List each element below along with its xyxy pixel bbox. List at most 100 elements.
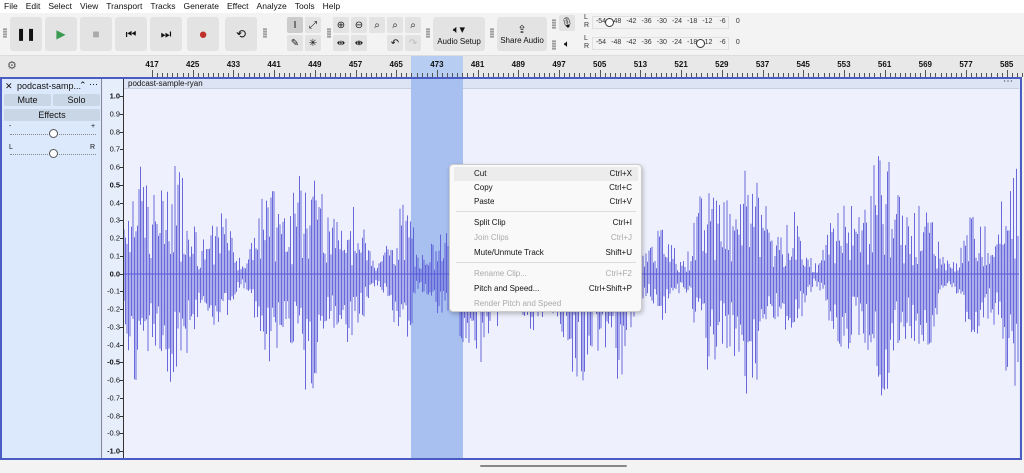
envelope-tool-button[interactable]: ⤢ [305, 17, 321, 33]
meter-tick: -30 [656, 18, 667, 25]
menu-generate[interactable]: Generate [180, 0, 223, 13]
menu-item-rename-clip[interactable]: Rename Clip... Ctrl+F2 [454, 267, 638, 281]
scale-label: 0.9 [109, 109, 120, 119]
meter-tick: 0 [735, 18, 740, 25]
scale-label: -0.1 [107, 286, 120, 296]
menu-item-join-clips[interactable]: Join Clips Ctrl+J [454, 231, 638, 245]
menu-separator [456, 262, 636, 263]
pencil-icon: ✎ [290, 37, 300, 49]
loop-button[interactable]: ⟲ [225, 17, 257, 51]
zoom-in-button[interactable]: ⊕ [333, 17, 349, 33]
scale-label: -0.8 [107, 411, 120, 420]
toolbar: ❚❚ ▶ ■ ⏮ ⏭ ● ⟲ I ⤢ ✎ ✳ ⊕ ⊖ ⌕ ⌕ ⌕ ⇹ ⇼ ↶ ↷… [0, 13, 1024, 56]
zoom-toggle-icon: ⌕ [410, 19, 416, 31]
play-button[interactable]: ▶ [45, 17, 77, 51]
ruler-label: 457 [348, 60, 363, 69]
stop-button[interactable]: ■ [80, 17, 112, 51]
selection-tool-button[interactable]: I [287, 17, 303, 33]
menu-bar: File Edit Select View Transport Tracks Generat… [0, 0, 1024, 13]
share-audio-button[interactable]: ⇪ Share Audio [497, 17, 547, 51]
menu-item-split-clip[interactable]: Split Clip Ctrl+I [454, 216, 638, 230]
menu-view[interactable]: View [76, 0, 102, 13]
ruler-label: 481 [470, 60, 485, 69]
skip-end-button[interactable]: ⏭ [150, 17, 182, 51]
trim-button[interactable]: ⇹ [333, 35, 349, 51]
zoom-selection-icon: ⌕ [374, 19, 380, 31]
skip-start-icon: ⏮ [125, 26, 137, 41]
track-name[interactable]: podcast-samp... [17, 81, 81, 91]
redo-button[interactable]: ↷ [405, 35, 421, 51]
record-meter-button[interactable]: 🎙︎ [559, 15, 575, 31]
skip-start-button[interactable]: ⏮ [115, 17, 147, 51]
zoom-out-button[interactable]: ⊖ [351, 17, 367, 33]
effects-button[interactable]: Effects [4, 109, 100, 121]
play-icon: ▶ [56, 27, 66, 41]
zoom-toggle-button[interactable]: ⌕ [405, 17, 421, 33]
draw-tool-button[interactable]: ✎ [287, 35, 303, 51]
menu-edit[interactable]: Edit [22, 0, 45, 13]
scale-label: 0.5 [109, 180, 120, 190]
ruler-label: 449 [308, 60, 322, 69]
ruler-label: 545 [796, 60, 810, 69]
menu-effect[interactable]: Effect [223, 0, 253, 13]
fit-selection-button[interactable]: ⌕ [369, 17, 385, 33]
ruler-label: 513 [633, 60, 648, 69]
menu-item-paste[interactable]: Paste Ctrl+V [454, 195, 638, 209]
gain-slider-handle[interactable] [48, 129, 58, 138]
redo-icon: ↷ [408, 37, 418, 49]
meter-level-handle[interactable] [604, 18, 614, 27]
ruler-label: 561 [877, 60, 892, 69]
ruler-label: 497 [552, 60, 566, 69]
timeline-ruler[interactable]: ⚙ 417 425 433 441 449 457 465 473 481 489 497 505 51… [0, 56, 1024, 77]
track-menu-icon[interactable]: ⋯ [89, 79, 98, 90]
mute-button[interactable]: Mute [4, 94, 51, 106]
scale-label: 0.6 [109, 162, 120, 172]
menu-item-cut[interactable]: Cut Ctrl+X [454, 167, 638, 181]
zoom-fit-icon: ⌕ [392, 19, 398, 31]
record-meter[interactable]: L R -54 -48 -42 -36 -30 -24 -18 -12 -6 0 [584, 14, 744, 31]
meter-tick: -6 [719, 39, 726, 46]
scrollbar-thumb[interactable] [480, 465, 627, 467]
horizontal-scrollbar[interactable] [0, 460, 1024, 473]
menu-item-copy[interactable]: Copy Ctrl+C [454, 181, 638, 195]
menu-select[interactable]: Select [44, 0, 76, 13]
scale-label: -0.9 [107, 428, 120, 438]
undo-icon: ↶ [390, 37, 400, 49]
share-icon: ⇪ [517, 24, 527, 36]
meter-tick: -42 [626, 39, 637, 46]
menu-help[interactable]: Help [319, 0, 344, 13]
menu-item-pitch-and-speed[interactable]: Pitch and Speed... Ctrl+Shift+P [454, 282, 638, 296]
silence-button[interactable]: ⇼ [351, 35, 367, 51]
menu-transport[interactable]: Transport [102, 0, 146, 13]
zoom-out-icon: ⊖ [354, 19, 364, 31]
menu-file[interactable]: File [0, 0, 22, 13]
multi-tool-button[interactable]: ✳ [305, 35, 321, 51]
close-track-icon[interactable]: ✕ [5, 81, 13, 92]
menu-item-mute-unmute-track[interactable]: Mute/Unmute Track Shift+U [454, 246, 638, 260]
menu-analyze[interactable]: Analyze [253, 0, 291, 13]
fit-project-button[interactable]: ⌕ [387, 17, 403, 33]
ruler-label: 425 [186, 60, 200, 69]
meter-tick: -18 [687, 18, 698, 25]
playback-meter-button[interactable]: 🔈︎ [559, 36, 575, 52]
pause-button[interactable]: ❚❚ [10, 17, 42, 51]
scale-label: -0.5 [107, 357, 120, 367]
meter-level-handle[interactable] [695, 39, 705, 48]
scale-label: 0.0 [109, 269, 120, 278]
undo-button[interactable]: ↶ [387, 35, 403, 51]
menu-item-render-pitch-and-speed[interactable]: Render Pitch and Speed [454, 297, 638, 311]
record-button[interactable]: ● [187, 17, 219, 51]
solo-button[interactable]: Solo [53, 94, 100, 106]
pan-slider-handle[interactable] [48, 149, 58, 158]
zoom-in-icon: ⊕ [336, 19, 346, 31]
envelope-icon: ⤢ [309, 19, 317, 31]
menu-tools[interactable]: Tools [291, 0, 319, 13]
scale-label: -0.2 [107, 304, 120, 314]
collapse-icon[interactable]: ⌃ [79, 80, 87, 91]
ruler-label: 441 [267, 60, 281, 69]
skip-end-icon: ⏭ [160, 26, 172, 41]
audio-setup-button[interactable]: 🔈︎▾ Audio Setup [433, 17, 485, 51]
menu-tracks[interactable]: Tracks [146, 0, 179, 13]
playback-meter[interactable]: L R -54 -48 -42 -36 -30 -24 -18 -12 -6 0 [584, 35, 744, 52]
meter-tick: -12 [702, 18, 713, 25]
